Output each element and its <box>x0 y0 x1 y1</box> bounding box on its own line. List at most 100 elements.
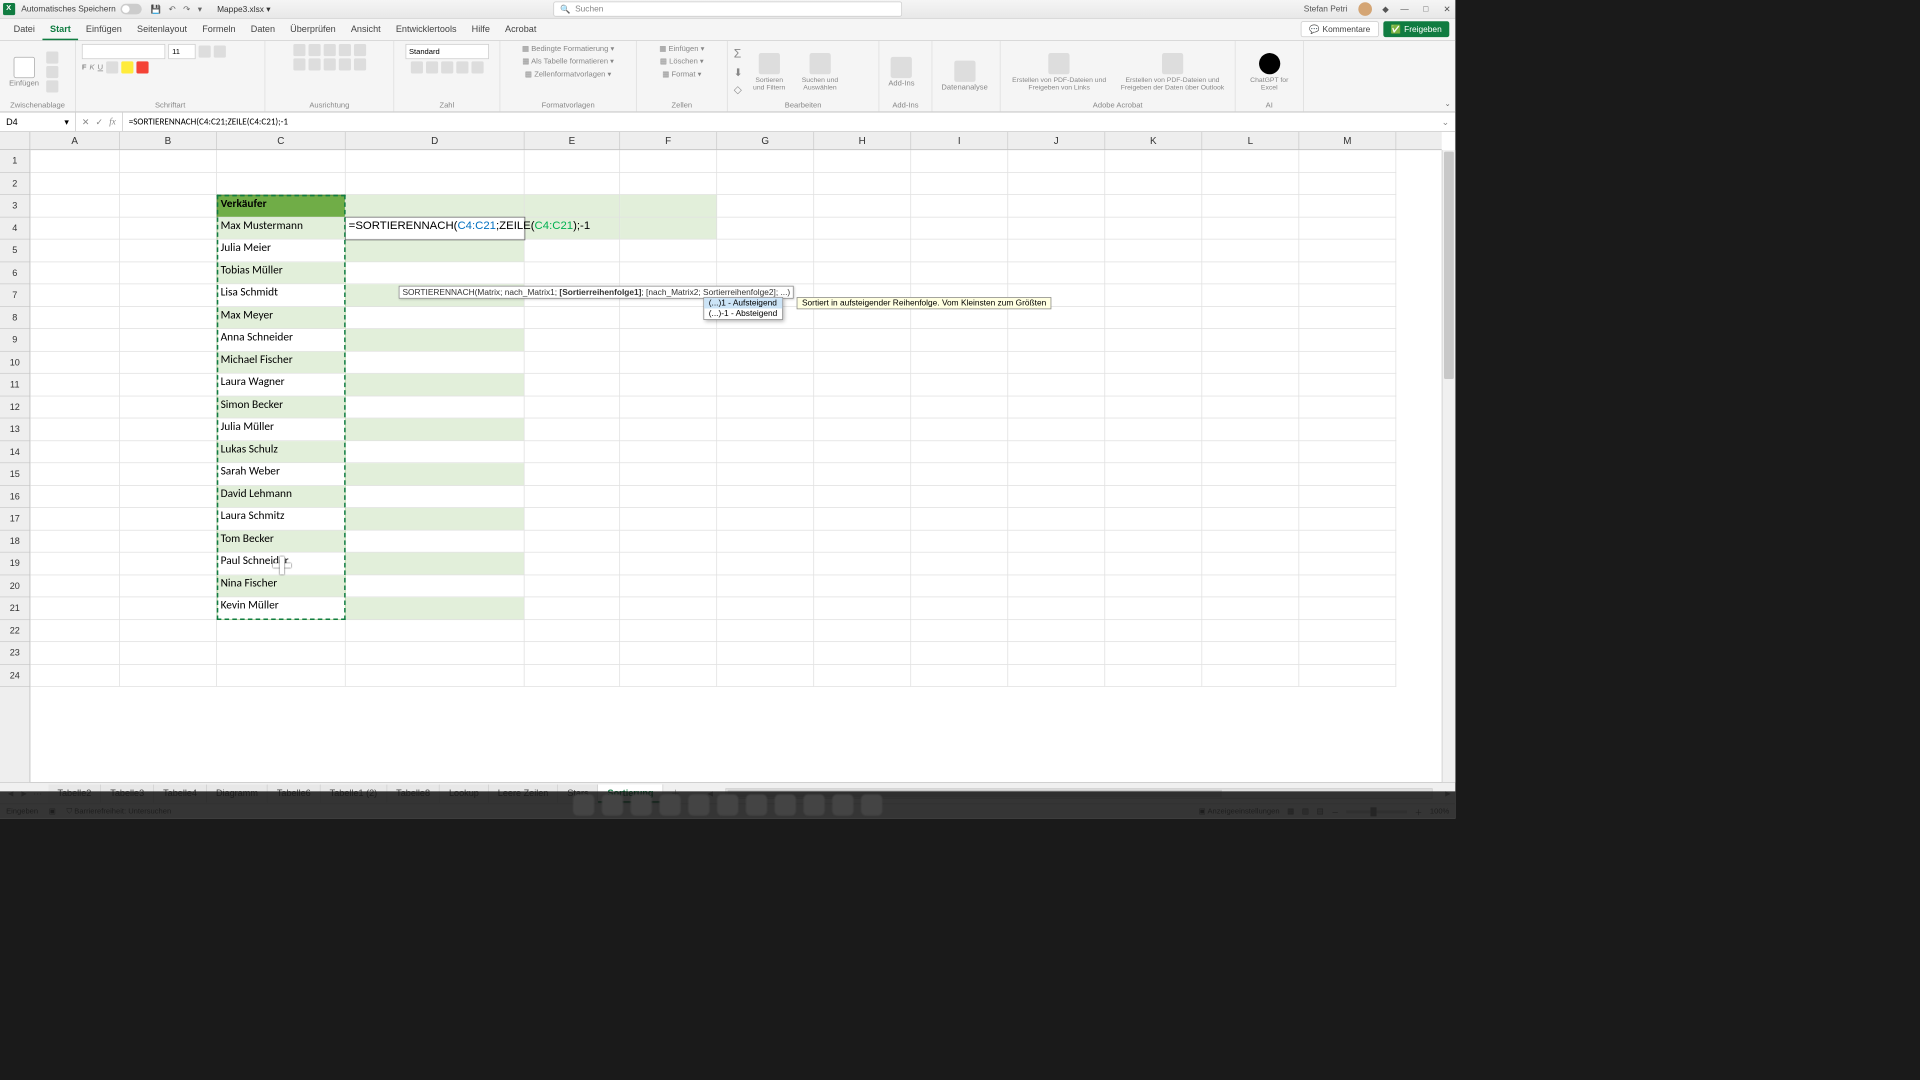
pdf-link-button[interactable]: Erstellen von PDF-Dateien und Freigeben … <box>1007 52 1112 93</box>
cell[interactable] <box>620 575 717 597</box>
cell[interactable] <box>525 329 621 351</box>
cell[interactable] <box>620 597 717 619</box>
cell[interactable] <box>1008 329 1105 351</box>
cell[interactable] <box>1008 642 1105 664</box>
collapse-ribbon-icon[interactable]: ⌄ <box>1444 100 1450 108</box>
column-header[interactable]: K <box>1105 132 1202 149</box>
cell[interactable] <box>717 351 814 373</box>
addins-button[interactable]: Add-Ins <box>885 55 917 89</box>
cell[interactable] <box>620 418 717 440</box>
cell[interactable] <box>814 642 911 664</box>
cell[interactable] <box>911 508 1008 530</box>
ribbon-tab-acrobat[interactable]: Acrobat <box>497 19 544 40</box>
cell[interactable] <box>346 374 525 396</box>
cell[interactable] <box>1008 262 1105 284</box>
increase-font-icon[interactable] <box>199 45 211 57</box>
cell[interactable] <box>346 195 525 217</box>
cell[interactable] <box>120 642 217 664</box>
cell[interactable] <box>814 553 911 575</box>
cell[interactable] <box>1105 307 1202 329</box>
cell[interactable] <box>30 597 119 619</box>
cell[interactable] <box>1008 553 1105 575</box>
wrap-text-icon[interactable] <box>354 44 366 56</box>
cell[interactable] <box>346 664 525 686</box>
cell[interactable] <box>217 172 346 194</box>
cell[interactable] <box>1008 441 1105 463</box>
cell[interactable] <box>911 664 1008 686</box>
scrollbar-thumb[interactable] <box>1444 152 1454 379</box>
row-header[interactable]: 24 <box>0 664 30 686</box>
autocomplete-item[interactable]: (...)1 - Aufsteigend <box>704 298 782 309</box>
column-header[interactable]: J <box>1008 132 1105 149</box>
cell[interactable] <box>814 374 911 396</box>
cell[interactable] <box>1008 195 1105 217</box>
cell[interactable] <box>120 329 217 351</box>
italic-button[interactable]: K <box>90 63 95 71</box>
cell[interactable] <box>120 396 217 418</box>
cell[interactable] <box>1105 485 1202 507</box>
font-color-icon[interactable] <box>136 61 148 73</box>
cell[interactable] <box>717 396 814 418</box>
cell[interactable] <box>620 664 717 686</box>
cell[interactable] <box>1202 642 1299 664</box>
cell[interactable] <box>120 441 217 463</box>
ribbon-tab-datei[interactable]: Datei <box>6 19 42 40</box>
cell[interactable] <box>620 530 717 552</box>
cell[interactable] <box>620 240 717 262</box>
cell[interactable] <box>217 620 346 642</box>
cell[interactable] <box>1299 597 1396 619</box>
cell[interactable] <box>911 620 1008 642</box>
cell[interactable] <box>717 530 814 552</box>
cell[interactable] <box>525 575 621 597</box>
row-header[interactable]: 16 <box>0 485 30 507</box>
cell[interactable]: Laura Wagner <box>217 374 346 396</box>
cell[interactable] <box>525 195 621 217</box>
cell[interactable] <box>30 485 119 507</box>
cell[interactable] <box>30 307 119 329</box>
conditional-formatting-button[interactable]: ▦ Bedingte Formatierung ▾ <box>522 44 614 55</box>
cell[interactable] <box>1299 374 1396 396</box>
cell[interactable] <box>1105 329 1202 351</box>
cell[interactable] <box>1008 217 1105 239</box>
cell[interactable] <box>525 485 621 507</box>
cell[interactable] <box>1105 150 1202 172</box>
cell[interactable] <box>814 575 911 597</box>
cell[interactable] <box>1202 172 1299 194</box>
ribbon-tab-start[interactable]: Start <box>42 19 78 40</box>
cell[interactable] <box>120 597 217 619</box>
row-header[interactable]: 14 <box>0 441 30 463</box>
cell[interactable] <box>120 553 217 575</box>
cell[interactable] <box>717 195 814 217</box>
cell[interactable] <box>911 530 1008 552</box>
column-header[interactable]: F <box>620 132 717 149</box>
cell[interactable]: Sarah Weber <box>217 463 346 485</box>
ribbon-tab-ansicht[interactable]: Ansicht <box>343 19 388 40</box>
decrease-decimal-icon[interactable] <box>471 61 483 73</box>
cell[interactable] <box>525 396 621 418</box>
row-header[interactable]: 17 <box>0 508 30 530</box>
cell[interactable] <box>30 620 119 642</box>
column-headers[interactable]: ABCDEFGHIJKLM <box>30 132 1441 150</box>
column-header[interactable]: L <box>1202 132 1299 149</box>
comma-icon[interactable] <box>441 61 453 73</box>
cell[interactable] <box>120 620 217 642</box>
row-header[interactable]: 10 <box>0 351 30 373</box>
cell[interactable] <box>30 284 119 306</box>
cell[interactable] <box>1008 307 1105 329</box>
cell[interactable] <box>1202 553 1299 575</box>
cell[interactable] <box>1008 597 1105 619</box>
row-headers[interactable]: 123456789101112131415161718192021222324 <box>0 150 30 782</box>
cell[interactable] <box>346 530 525 552</box>
cell[interactable] <box>1008 485 1105 507</box>
cell[interactable]: Anna Schneider <box>217 329 346 351</box>
cell[interactable] <box>525 351 621 373</box>
cell[interactable] <box>1299 463 1396 485</box>
cell[interactable] <box>911 217 1008 239</box>
cell[interactable] <box>620 620 717 642</box>
share-button[interactable]: ✅ Freigeben <box>1383 21 1449 37</box>
search-box[interactable]: 🔍 Suchen <box>553 2 902 17</box>
cell[interactable] <box>717 508 814 530</box>
row-header[interactable]: 22 <box>0 620 30 642</box>
column-header[interactable]: E <box>525 132 621 149</box>
ribbon-tab-entwicklertools[interactable]: Entwicklertools <box>388 19 464 40</box>
